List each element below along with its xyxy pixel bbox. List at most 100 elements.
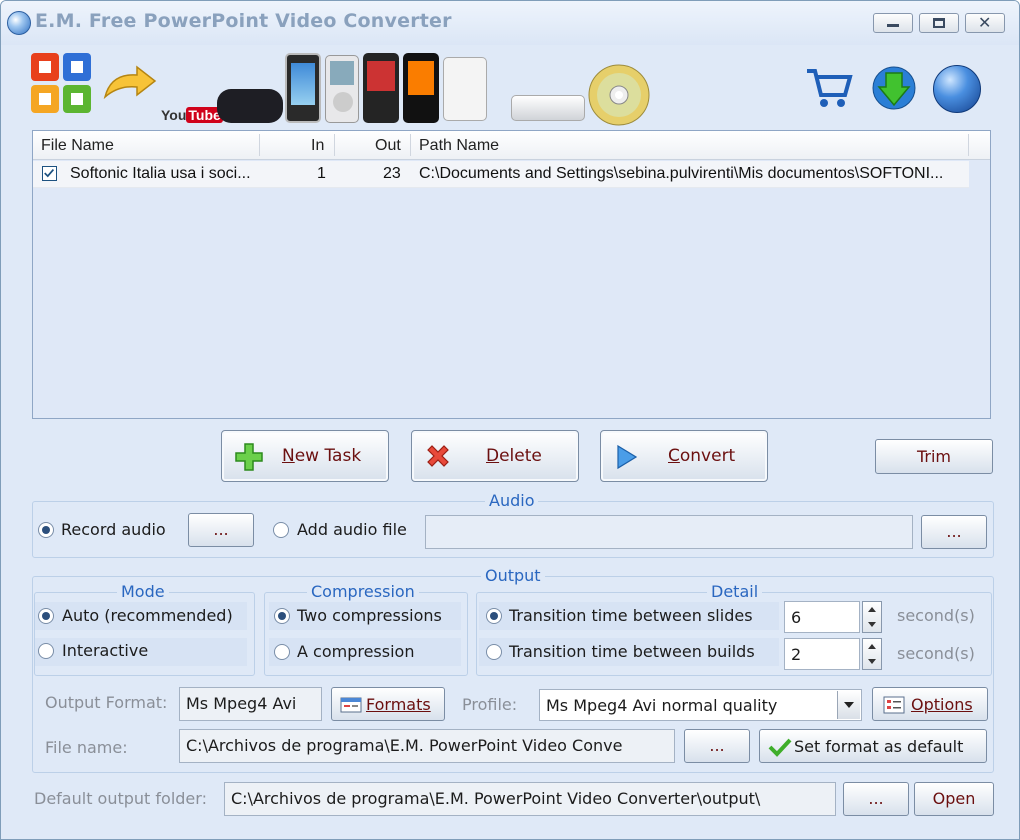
spin-up-icon: [868, 607, 876, 612]
compression-two-radio[interactable]: [274, 608, 290, 624]
audio-group-title: Audio: [485, 491, 539, 510]
default-output-folder-field[interactable]: C:\Archivos de programa\E.M. PowerPoint …: [224, 782, 836, 816]
compression-one-radio[interactable]: [274, 644, 290, 660]
set-format-default-label: Set format as default: [794, 737, 964, 756]
output-format-label: Output Format:: [45, 693, 168, 712]
checkmark-icon: [44, 169, 55, 178]
window-title: E.M. Free PowerPoint Video Converter: [35, 10, 452, 32]
convert-label: Convert: [668, 446, 736, 466]
transition-builds-spinner[interactable]: [862, 638, 882, 670]
row-path: C:\Documents and Settings\sebina.pulvire…: [419, 165, 944, 182]
spin-down-icon: [868, 622, 876, 627]
shopping-cart-icon[interactable]: [805, 65, 853, 109]
open-folder-button[interactable]: Open: [914, 782, 994, 816]
psp-device-icon: [217, 89, 283, 123]
iphone-device-icon: [285, 53, 321, 123]
column-divider[interactable]: [259, 134, 260, 156]
maximize-button[interactable]: [919, 13, 959, 33]
spin-down-icon: [868, 659, 876, 664]
mode-auto-radio[interactable]: [38, 608, 54, 624]
play-icon: [617, 444, 638, 470]
profile-select[interactable]: Ms Mpeg4 Avi normal quality: [539, 689, 862, 721]
checkmark-icon: [768, 738, 792, 757]
output-folder-browse-button[interactable]: ...: [843, 782, 909, 816]
app-window: E.M. Free PowerPoint Video Converter ✕ Y…: [0, 0, 1020, 840]
record-audio-browse-button[interactable]: ...: [188, 513, 254, 547]
mode-group-title: Mode: [117, 582, 169, 601]
office-logo-icon: [31, 53, 91, 113]
formats-icon: [340, 697, 362, 713]
row-checkbox[interactable]: [42, 166, 57, 181]
transition-builds-radio[interactable]: [486, 644, 502, 660]
options-icon: [883, 696, 905, 714]
compression-two-label: Two compressions: [297, 606, 442, 625]
plus-icon: [235, 443, 263, 471]
trim-button[interactable]: Trim: [875, 439, 993, 474]
column-path-name[interactable]: Path Name: [419, 137, 499, 155]
audio-file-input[interactable]: [425, 515, 913, 549]
minimize-button[interactable]: [873, 13, 913, 33]
file-name-browse-button[interactable]: ...: [684, 729, 750, 763]
app-icon[interactable]: [7, 11, 31, 35]
new-task-button[interactable]: New Task: [221, 430, 389, 482]
apple-tv-icon: [511, 95, 585, 121]
title-bar: E.M. Free PowerPoint Video Converter ✕: [1, 1, 1019, 45]
column-in[interactable]: In: [311, 137, 324, 155]
convert-button[interactable]: Convert: [600, 430, 768, 482]
record-audio-label: Record audio: [61, 520, 166, 539]
column-out[interactable]: Out: [375, 137, 401, 155]
chevron-down-icon[interactable]: [837, 691, 860, 719]
column-file-name[interactable]: File Name: [41, 137, 114, 155]
ipod-white-icon: [443, 57, 487, 121]
options-button[interactable]: Options: [872, 687, 988, 721]
transition-slides-unit: second(s): [897, 606, 975, 625]
audio-file-browse-button[interactable]: ...: [921, 515, 987, 549]
transition-builds-label: Transition time between builds: [509, 642, 755, 661]
default-output-folder-label: Default output folder:: [34, 789, 207, 808]
delete-button[interactable]: Delete: [411, 430, 579, 482]
ipod-classic-icon: [325, 55, 359, 123]
options-label: Options: [911, 695, 973, 714]
transition-slides-spinner[interactable]: [862, 601, 882, 633]
task-list[interactable]: File Name In Out Path Name Softonic Ital…: [32, 130, 991, 419]
close-icon: ✕: [978, 13, 992, 32]
download-globe-icon[interactable]: [871, 65, 917, 111]
column-divider[interactable]: [968, 134, 969, 156]
transition-slides-input[interactable]: 6: [784, 601, 860, 633]
spin-up-icon: [868, 644, 876, 649]
delete-label: Delete: [486, 446, 542, 466]
transition-slides-radio[interactable]: [486, 608, 502, 624]
mode-interactive-label: Interactive: [62, 641, 149, 660]
formats-label: Formats: [366, 695, 431, 714]
list-header: File Name In Out Path Name: [33, 131, 990, 160]
row-in: 1: [317, 165, 326, 182]
add-audio-file-radio[interactable]: [273, 522, 289, 538]
new-task-label: New Task: [282, 446, 362, 466]
dvd-disc-icon: [588, 64, 650, 126]
media-player-icon: [363, 53, 399, 123]
output-group-title: Output: [481, 566, 545, 585]
close-button[interactable]: ✕: [965, 13, 1005, 33]
row-out: 23: [383, 165, 401, 182]
table-row[interactable]: Softonic Italia usa i soci... 1 23 C:\Do…: [33, 161, 969, 188]
delete-x-icon: [427, 445, 449, 467]
compression-one-label: A compression: [297, 642, 415, 661]
record-audio-radio[interactable]: [38, 522, 54, 538]
arrow-right-icon: [103, 65, 157, 100]
column-divider[interactable]: [410, 134, 411, 156]
column-divider[interactable]: [334, 134, 335, 156]
file-name-label: File name:: [45, 738, 128, 757]
mode-interactive-radio[interactable]: [38, 643, 54, 659]
profile-label: Profile:: [462, 695, 518, 714]
transition-builds-input[interactable]: 2: [784, 638, 860, 670]
website-globe-icon[interactable]: [933, 65, 981, 113]
compression-group-title: Compression: [307, 582, 419, 601]
formats-button[interactable]: Formats: [331, 687, 445, 721]
set-format-default-button[interactable]: Set format as default: [759, 729, 987, 763]
file-name-field[interactable]: C:\Archivos de programa\E.M. PowerPoint …: [179, 729, 675, 763]
transition-builds-unit: second(s): [897, 644, 975, 663]
mode-auto-label: Auto (recommended): [62, 606, 233, 625]
profile-select-value: Ms Mpeg4 Avi normal quality: [546, 696, 778, 715]
add-audio-file-label: Add audio file: [297, 520, 407, 539]
walkman-icon: [403, 53, 439, 123]
